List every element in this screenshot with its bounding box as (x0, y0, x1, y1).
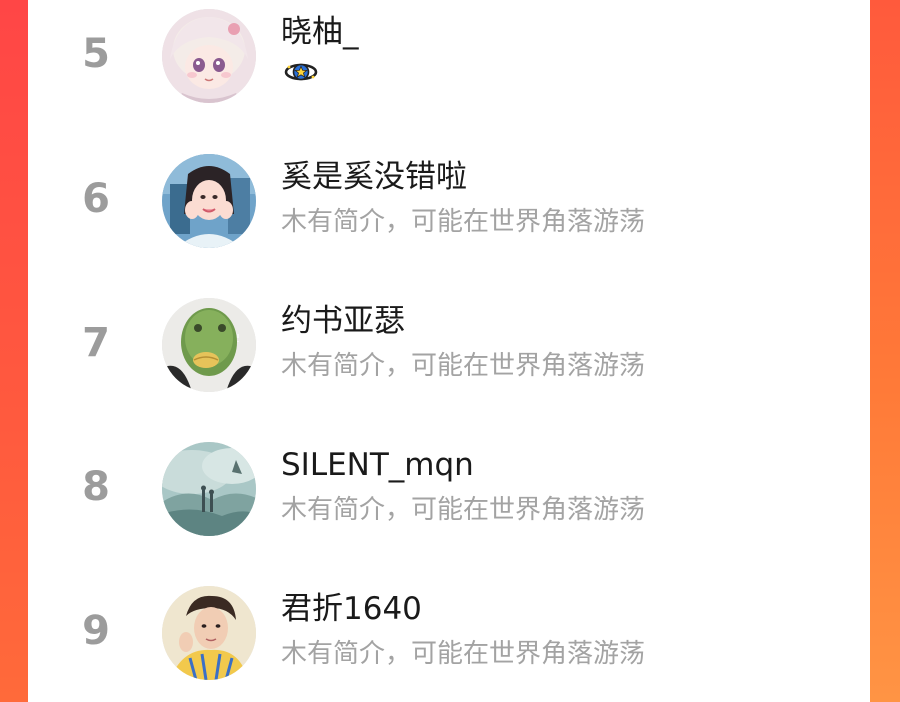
user-bio: 木有简介，可能在世界角落游荡 (281, 639, 646, 669)
list-item[interactable]: 7 约书亚瑟 木有简介，可能在世界角落游荡 (28, 289, 870, 409)
user-name[interactable]: 奚是奚没错啦 (281, 160, 467, 194)
misty-landscape-avatar-icon[interactable] (162, 442, 256, 536)
user-bio: 木有简介，可能在世界角落游荡 (281, 495, 646, 525)
rank-number: 6 (82, 176, 110, 222)
star-planet-badge-icon (284, 60, 318, 84)
user-name[interactable]: 晓柚_ (281, 15, 359, 49)
list-item[interactable]: 8 SILENT_mqn 木有简介，可能在世界角落游荡 (28, 433, 870, 553)
list-item[interactable]: 9 君折1640 木有简介，可能在世界角落游荡 (28, 577, 870, 697)
list-item[interactable]: 5 晓柚_ (28, 0, 870, 120)
user-bio: 木有简介，可能在世界角落游荡 (281, 207, 646, 237)
anime-girl-avatar-icon[interactable] (162, 9, 256, 103)
fish-head-avatar-icon[interactable] (162, 298, 256, 392)
rank-number: 5 (82, 31, 110, 77)
list-item[interactable]: 6 奚是奚没错啦 木有简介，可能在世界角落游荡 (28, 145, 870, 265)
rank-number: 7 (82, 320, 110, 366)
rank-number: 9 (82, 608, 110, 654)
right-gradient-border (870, 0, 900, 702)
user-bio: 木有简介，可能在世界角落游荡 (281, 351, 646, 381)
user-name[interactable]: 约书亚瑟 (281, 304, 405, 338)
user-name[interactable]: SILENT_mqn (281, 448, 474, 482)
user-name[interactable]: 君折1640 (281, 592, 422, 626)
rank-number: 8 (82, 464, 110, 510)
left-gradient-border (0, 0, 28, 702)
woman-selfie-avatar-icon[interactable] (162, 154, 256, 248)
man-portrait-avatar-icon[interactable] (162, 586, 256, 680)
ranking-list: 5 晓柚_ 6 奚是奚没错啦 木有简介，可能在世界角落游荡 7 约书亚瑟 木有简… (28, 0, 870, 702)
